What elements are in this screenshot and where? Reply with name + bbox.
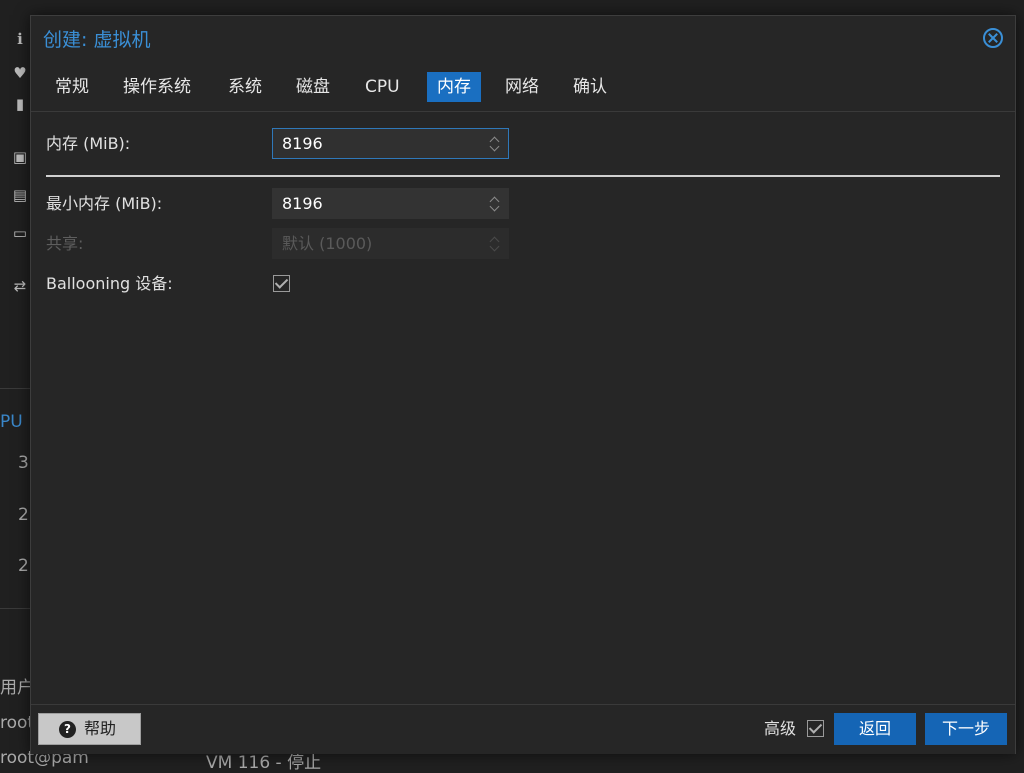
- advanced-label[interactable]: 高级: [764, 715, 796, 743]
- bg-root-text: root: [0, 713, 35, 733]
- memory-value[interactable]: 8196: [282, 129, 323, 158]
- help-button[interactable]: ? 帮助: [38, 713, 141, 745]
- disk-icon[interactable]: ▭: [10, 224, 30, 242]
- dialog-titlebar[interactable]: 创建: 虚拟机: [31, 16, 1015, 66]
- question-icon: ?: [59, 721, 76, 738]
- tab-bar: 常规 操作系统 系统 磁盘 CPU 内存 网络 确认: [31, 69, 1015, 112]
- bg-user-header: 用户: [0, 678, 34, 698]
- spin-down-icon[interactable]: [489, 201, 500, 212]
- min-memory-label: 最小内存 (MiB):: [46, 194, 163, 213]
- advanced-checkbox[interactable]: [807, 720, 824, 737]
- tab-confirm[interactable]: 确认: [563, 72, 617, 102]
- min-memory-input[interactable]: 8196: [272, 188, 509, 219]
- bg-row-2: 2: [18, 505, 29, 525]
- close-icon[interactable]: [983, 28, 1003, 48]
- bg-row-1: 3: [18, 453, 29, 473]
- ballooning-checkbox[interactable]: [273, 275, 290, 292]
- help-label: 帮助: [84, 719, 117, 738]
- exchange-icon[interactable]: ⇄: [10, 277, 30, 295]
- create-vm-dialog: 创建: 虚拟机 常规 操作系统 系统 磁盘 CPU 内存 网络 确认 内存 (M…: [30, 15, 1016, 754]
- chip-icon[interactable]: ▣: [10, 148, 30, 166]
- bg-row-3: 2: [18, 556, 29, 576]
- dialog-title: 创建: 虚拟机: [43, 29, 151, 51]
- tab-disks[interactable]: 磁盘: [286, 72, 340, 102]
- memory-label: 内存 (MiB):: [46, 134, 131, 153]
- min-memory-value[interactable]: 8196: [282, 189, 323, 218]
- next-button[interactable]: 下一步: [925, 713, 1007, 745]
- dialog-toolbar: ? 帮助 高级 返回 下一步: [31, 704, 1015, 754]
- section-divider: [46, 175, 1000, 177]
- bg-cpu-header: PU: [0, 412, 23, 432]
- memory-spinner[interactable]: [489, 135, 500, 153]
- spin-down-icon: [489, 241, 500, 252]
- heartbeat-icon[interactable]: ♥: [10, 64, 30, 82]
- shares-input: 默认 (1000): [272, 228, 509, 259]
- tab-general[interactable]: 常规: [45, 72, 99, 102]
- shares-spinner: [489, 235, 500, 253]
- memory-input[interactable]: 8196: [272, 128, 509, 159]
- tab-system[interactable]: 系统: [218, 72, 272, 102]
- spin-down-icon[interactable]: [489, 141, 500, 152]
- ballooning-label: Ballooning 设备:: [46, 274, 173, 293]
- info-icon[interactable]: ℹ: [10, 30, 30, 48]
- memory-icon[interactable]: ▤: [10, 186, 30, 204]
- server-icon[interactable]: ▮: [10, 95, 30, 113]
- shares-label: 共享:: [46, 234, 84, 253]
- tab-os[interactable]: 操作系统: [113, 72, 201, 102]
- back-button[interactable]: 返回: [834, 713, 916, 745]
- shares-placeholder: 默认 (1000): [282, 234, 373, 253]
- min-memory-spinner[interactable]: [489, 195, 500, 213]
- tab-network[interactable]: 网络: [495, 72, 549, 102]
- tab-memory[interactable]: 内存: [427, 72, 481, 102]
- tab-cpu[interactable]: CPU: [355, 72, 410, 102]
